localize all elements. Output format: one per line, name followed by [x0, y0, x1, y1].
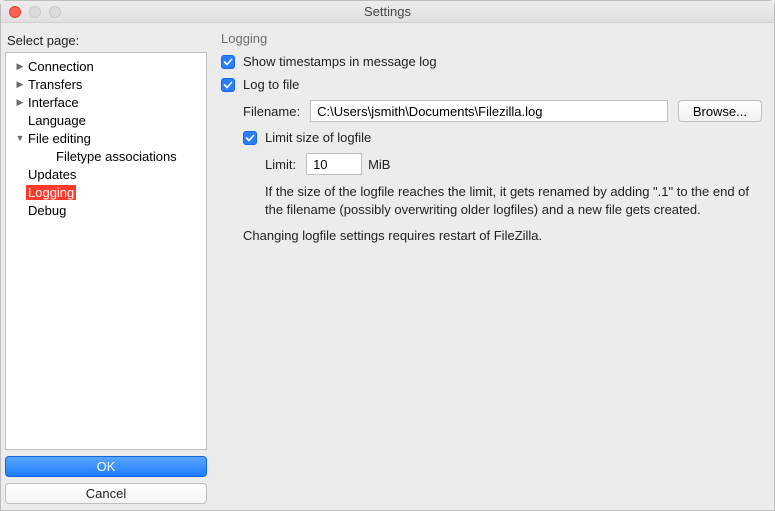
tree-item-connection[interactable]: ▶ Connection — [6, 57, 206, 75]
tree-item-transfers[interactable]: ▶ Transfers — [6, 75, 206, 93]
filename-input[interactable] — [310, 100, 668, 122]
chevron-right-icon: ▶ — [14, 61, 26, 72]
tree-item-label: Language — [26, 113, 86, 128]
content: Select page: ▶ Connection ▶ Transfers ▶ … — [1, 23, 774, 510]
label-limit: Limit: — [265, 157, 296, 172]
tree-item-label: File editing — [26, 131, 91, 146]
checkbox-limit-size[interactable] — [243, 131, 257, 145]
label-log-to-file: Log to file — [243, 77, 299, 92]
tree-item-logging[interactable]: ▶ Logging — [6, 183, 206, 201]
label-limit-unit: MiB — [368, 157, 390, 172]
tree-item-debug[interactable]: ▶ Debug — [6, 201, 206, 219]
tree-item-filetype-associations[interactable]: ▶ Filetype associations — [6, 147, 206, 165]
label-limit-size: Limit size of logfile — [265, 130, 371, 145]
tree-item-file-editing[interactable]: ▼ File editing — [6, 129, 206, 147]
cancel-button[interactable]: Cancel — [5, 483, 207, 504]
tree-item-interface[interactable]: ▶ Interface — [6, 93, 206, 111]
label-filename: Filename: — [243, 104, 300, 119]
tree-item-label: Logging — [26, 185, 76, 200]
checkbox-show-timestamps[interactable] — [221, 55, 235, 69]
check-icon — [223, 80, 233, 90]
section-title: Logging — [221, 31, 762, 46]
titlebar: Settings — [1, 1, 774, 23]
chevron-down-icon: ▼ — [14, 133, 26, 143]
note-restart: Changing logfile settings requires resta… — [243, 228, 762, 243]
row-filename: Filename: Browse... — [243, 100, 762, 122]
note-limit-behavior: If the size of the logfile reaches the l… — [265, 183, 755, 218]
tree-item-label: Debug — [26, 203, 66, 218]
limit-input[interactable] — [306, 153, 362, 175]
sidebar-buttons: OK Cancel — [5, 456, 207, 504]
row-show-timestamps: Show timestamps in message log — [221, 54, 762, 69]
row-log-to-file: Log to file — [221, 77, 762, 92]
tree-item-label: Connection — [26, 59, 94, 74]
tree-item-updates[interactable]: ▶ Updates — [6, 165, 206, 183]
window-title: Settings — [1, 4, 774, 19]
tree-item-label: Filetype associations — [54, 149, 177, 164]
tree-item-label: Interface — [26, 95, 79, 110]
row-limit: Limit: MiB — [265, 153, 762, 175]
page-tree: ▶ Connection ▶ Transfers ▶ Interface ▶ L… — [5, 52, 207, 450]
main-panel: Logging Show timestamps in message log L… — [211, 23, 774, 510]
browse-button[interactable]: Browse... — [678, 100, 762, 122]
tree-item-label: Updates — [26, 167, 76, 182]
chevron-right-icon: ▶ — [14, 79, 26, 90]
check-icon — [245, 133, 255, 143]
ok-button[interactable]: OK — [5, 456, 207, 477]
sidebar-label: Select page: — [5, 31, 207, 52]
sidebar: Select page: ▶ Connection ▶ Transfers ▶ … — [1, 23, 211, 510]
label-show-timestamps: Show timestamps in message log — [243, 54, 437, 69]
checkbox-log-to-file[interactable] — [221, 78, 235, 92]
row-limit-size: Limit size of logfile — [243, 130, 762, 145]
settings-panel: Show timestamps in message log Log to fi… — [221, 54, 762, 243]
tree-item-language[interactable]: ▶ Language — [6, 111, 206, 129]
check-icon — [223, 57, 233, 67]
chevron-right-icon: ▶ — [14, 97, 26, 108]
tree-item-label: Transfers — [26, 77, 82, 92]
